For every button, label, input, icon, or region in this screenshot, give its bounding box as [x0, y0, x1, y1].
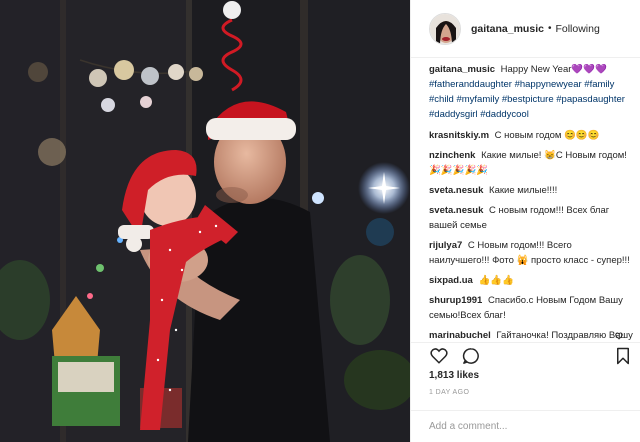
comment-text: Какие милые!!!!: [489, 185, 558, 196]
list-item: sveta.nesuk С новым годом!!! Всех благ в…: [429, 203, 633, 233]
heart-outline-icon: [430, 347, 448, 364]
comment-username[interactable]: sveta.nesuk: [429, 205, 483, 216]
post-header: gaitana_music • Following: [411, 0, 640, 58]
post-caption: gaitana_music Happy New Year💜💜💜 #fathera…: [429, 62, 633, 122]
comment-username[interactable]: sixpad.ua: [429, 275, 473, 286]
comments-list[interactable]: gaitana_music Happy New Year💜💜💜 #fathera…: [411, 62, 640, 340]
speech-bubble-icon: [462, 347, 479, 364]
comment-username[interactable]: sveta.nesuk: [429, 185, 483, 196]
comment-username[interactable]: rijulya7: [429, 240, 462, 251]
like-button[interactable]: [429, 346, 449, 366]
comment-username[interactable]: shurup1991: [429, 295, 482, 306]
list-item: sveta.nesuk Какие милые!!!!: [429, 183, 633, 198]
comment-input[interactable]: [429, 421, 623, 432]
save-button[interactable]: [613, 346, 633, 366]
post-timestamp: 1 DAY AGO: [429, 389, 470, 396]
caption-hashtags[interactable]: #fatheranddaughter #happynewyear #family…: [429, 79, 625, 120]
comment-username[interactable]: krasnitskiy.m: [429, 130, 489, 141]
post-photo[interactable]: [0, 0, 410, 442]
comment-text: С новым годом 😊😊😊: [494, 130, 600, 141]
list-item: krasnitskiy.m С новым годом 😊😊😊: [429, 128, 633, 143]
small-heart-icon[interactable]: [615, 332, 623, 340]
header-username[interactable]: gaitana_music: [471, 23, 544, 35]
list-item: sixpad.ua 👍👍👍: [429, 273, 633, 288]
bookmark-icon: [617, 347, 629, 364]
header-separator: •: [547, 23, 552, 34]
photo-illustration: [0, 0, 410, 442]
caption-text: Happy New Year💜💜💜: [500, 64, 607, 75]
add-comment-bar: [411, 410, 640, 442]
comment-button[interactable]: [461, 346, 481, 366]
avatar[interactable]: [429, 12, 461, 45]
list-item: shurup1991 Спасибо.с Новым Годом Вашу се…: [429, 293, 633, 323]
following-button[interactable]: Following: [555, 23, 599, 35]
comment-username[interactable]: marinabuchel: [429, 330, 491, 340]
comment-text: 👍👍👍: [478, 275, 514, 286]
likes-count[interactable]: 1,813 likes: [429, 370, 479, 381]
action-bar: [411, 342, 640, 368]
list-item: marinabuchel Гайтаночка! Поздравляю Вашу…: [429, 328, 633, 340]
post-side-panel: gaitana_music • Following gaitana_music …: [410, 0, 640, 442]
comment-username[interactable]: nzinchenk: [429, 150, 475, 161]
list-item: nzinchenk Какие милые! 😸С Новым годом! 🎉…: [429, 148, 633, 178]
list-item: rijulya7 С Новым годом!!! Всего наилучше…: [429, 238, 633, 268]
caption-username[interactable]: gaitana_music: [429, 64, 495, 75]
